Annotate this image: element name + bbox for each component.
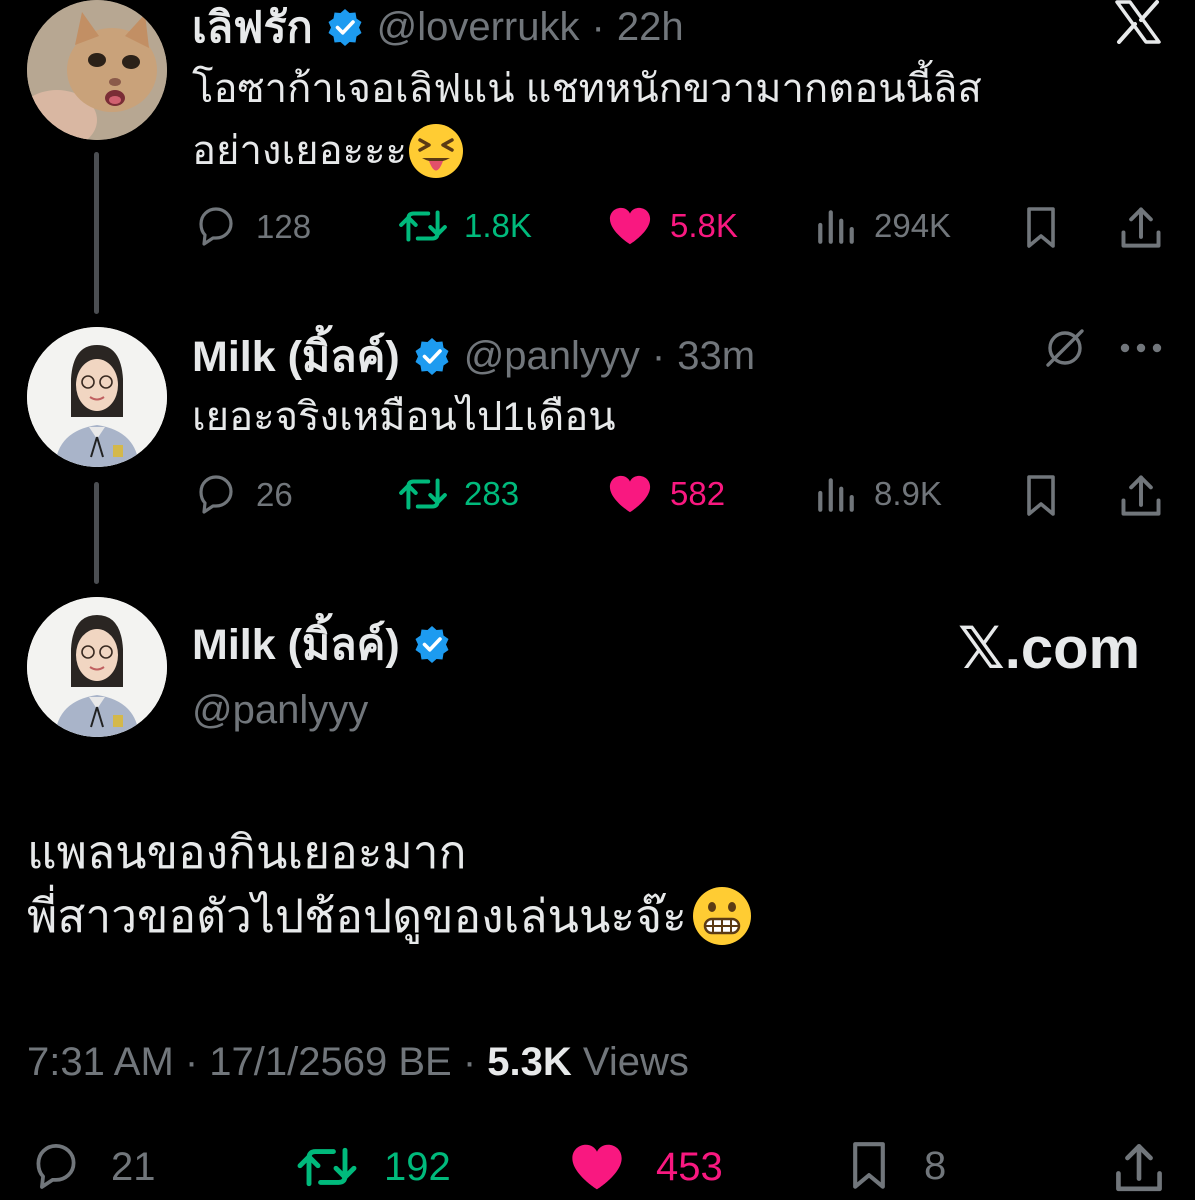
- bookmark-icon: [1027, 475, 1055, 516]
- bookmark-icon: [846, 1138, 892, 1194]
- views-button[interactable]: 8.9K: [814, 472, 942, 516]
- profile-photo-image: [27, 327, 167, 467]
- views-count: 5.3K: [487, 1040, 572, 1084]
- like-button[interactable]: 453: [568, 1140, 723, 1194]
- bookmark-count: 8: [924, 1143, 947, 1188]
- bookmark-button[interactable]: 8: [846, 1138, 946, 1194]
- separator: ·: [591, 4, 605, 49]
- share-icon: [1121, 475, 1161, 516]
- verified-badge-icon: [413, 624, 450, 664]
- share-button[interactable]: [1118, 472, 1164, 518]
- retweet-icon: [399, 210, 447, 242]
- reply-icon: [199, 475, 233, 514]
- bookmark-button[interactable]: [1021, 472, 1061, 520]
- avatar[interactable]: [27, 597, 167, 737]
- views-button[interactable]: 294K: [814, 204, 951, 248]
- tweet-text-line-with-emoji: อย่างเยอะะะ: [192, 120, 982, 182]
- retweet-icon: [399, 478, 447, 510]
- separator: ·: [651, 333, 666, 378]
- thread-line: [94, 152, 99, 314]
- like-button[interactable]: 5.8K: [606, 204, 738, 248]
- tweet-header: Milk (มิ้ลค์) @panlyyy · 33m: [192, 322, 755, 390]
- retweet-count: 283: [464, 475, 520, 512]
- grok-icon[interactable]: [1043, 326, 1087, 370]
- like-count: 582: [670, 475, 726, 512]
- tweet-text: โอซาก้าเจอเลิฟแน่ แชทหนักขวามากตอนนี้ลิส…: [192, 58, 982, 182]
- thread-line: [94, 482, 99, 584]
- more-options-icon[interactable]: [1119, 342, 1163, 354]
- views-icon: [818, 478, 854, 512]
- grimacing-emoji: [692, 887, 751, 945]
- author-handle[interactable]: @panlyyy: [192, 688, 452, 733]
- tweet-text-line: แพลนของกินเยอะมาก: [27, 826, 467, 878]
- tweet-text-line-with-emoji: พี่สาวขอตัวไปช้อปดูของเล่นนะจ๊ะ: [27, 884, 753, 948]
- author-name[interactable]: Milk (มิ้ลค์): [192, 322, 400, 390]
- like-count: 453: [656, 1144, 723, 1189]
- heart-icon: [609, 207, 651, 245]
- tweet-text-line: อย่างเยอะะะ: [192, 129, 408, 173]
- author-handle[interactable]: @loverrukk: [377, 5, 580, 50]
- share-button[interactable]: [1118, 204, 1164, 250]
- views-label: Views: [571, 1040, 689, 1084]
- tweet-text-line: เยอะจริงเหมือนไป1เดือน: [192, 395, 616, 439]
- tweet-time[interactable]: 22h: [617, 5, 684, 50]
- retweet-button[interactable]: 283: [398, 472, 519, 516]
- retweet-button[interactable]: 1.8K: [398, 204, 532, 248]
- reply-count: 128: [256, 208, 312, 245]
- author-handle[interactable]: @panlyyy: [464, 334, 640, 379]
- reply-icon: [199, 207, 233, 246]
- avatar[interactable]: [27, 0, 167, 140]
- reply-button[interactable]: 26: [192, 472, 293, 518]
- retweet-icon: [296, 1140, 358, 1194]
- like-count: 5.8K: [670, 207, 738, 244]
- bookmark-button[interactable]: [1021, 204, 1061, 252]
- profile-photo-image: [27, 597, 167, 737]
- main-tweet-text: แพลนของกินเยอะมาก พี่สาวขอตัวไปช้อปดูของ…: [27, 820, 753, 948]
- reply-button[interactable]: 21: [27, 1140, 156, 1194]
- tweet-meta: 7:31 AM · 17/1/2569 BE · 5.3K Views: [27, 1040, 689, 1085]
- share-icon: [1112, 1140, 1166, 1194]
- retweet-count: 192: [384, 1144, 451, 1189]
- views-count: 8.9K: [874, 475, 942, 512]
- bookmark-icon: [1027, 207, 1055, 248]
- cat-avatar-image: [27, 0, 167, 140]
- tweet-text-line: โอซาก้าเจอเลิฟแน่ แชทหนักขวามากตอนนี้ลิส: [192, 67, 982, 111]
- tweet-text-line: พี่สาวขอตัวไปช้อปดูของเล่นนะจ๊ะ: [27, 890, 687, 942]
- author-name[interactable]: เลิฟรัก: [192, 0, 313, 61]
- like-button[interactable]: 582: [606, 472, 725, 516]
- share-icon: [1121, 207, 1161, 248]
- x-com-watermark: 𝕏.com: [958, 616, 1141, 681]
- heart-icon: [572, 1144, 622, 1190]
- reply-count: 21: [111, 1144, 156, 1189]
- tongue-out-squint-emoji: [409, 124, 464, 178]
- share-button[interactable]: [1112, 1140, 1166, 1194]
- views-count: 294K: [874, 207, 952, 244]
- reply-count: 26: [256, 476, 293, 513]
- verified-badge-icon: [413, 336, 450, 376]
- tweet-text: เยอะจริงเหมือนไป1เดือน: [192, 386, 616, 448]
- tweet-header: เลิฟรัก @loverrukk · 22h: [192, 0, 684, 61]
- timestamp[interactable]: 7:31 AM · 17/1/2569 BE ·: [27, 1040, 487, 1084]
- verified-badge-icon: [326, 7, 363, 47]
- reply-button[interactable]: 128: [192, 204, 311, 250]
- views-icon: [818, 210, 854, 244]
- retweet-button[interactable]: 192: [296, 1140, 451, 1194]
- author-name[interactable]: Milk (มิ้ลค์): [192, 610, 400, 678]
- x-logo-icon[interactable]: [1113, 0, 1163, 44]
- retweet-count: 1.8K: [464, 207, 532, 244]
- reply-icon: [36, 1143, 76, 1189]
- main-author-block: Milk (มิ้ลค์) @panlyyy: [192, 610, 452, 733]
- heart-icon: [609, 475, 651, 513]
- avatar[interactable]: [27, 327, 167, 467]
- tweet-time[interactable]: 33m: [677, 334, 755, 379]
